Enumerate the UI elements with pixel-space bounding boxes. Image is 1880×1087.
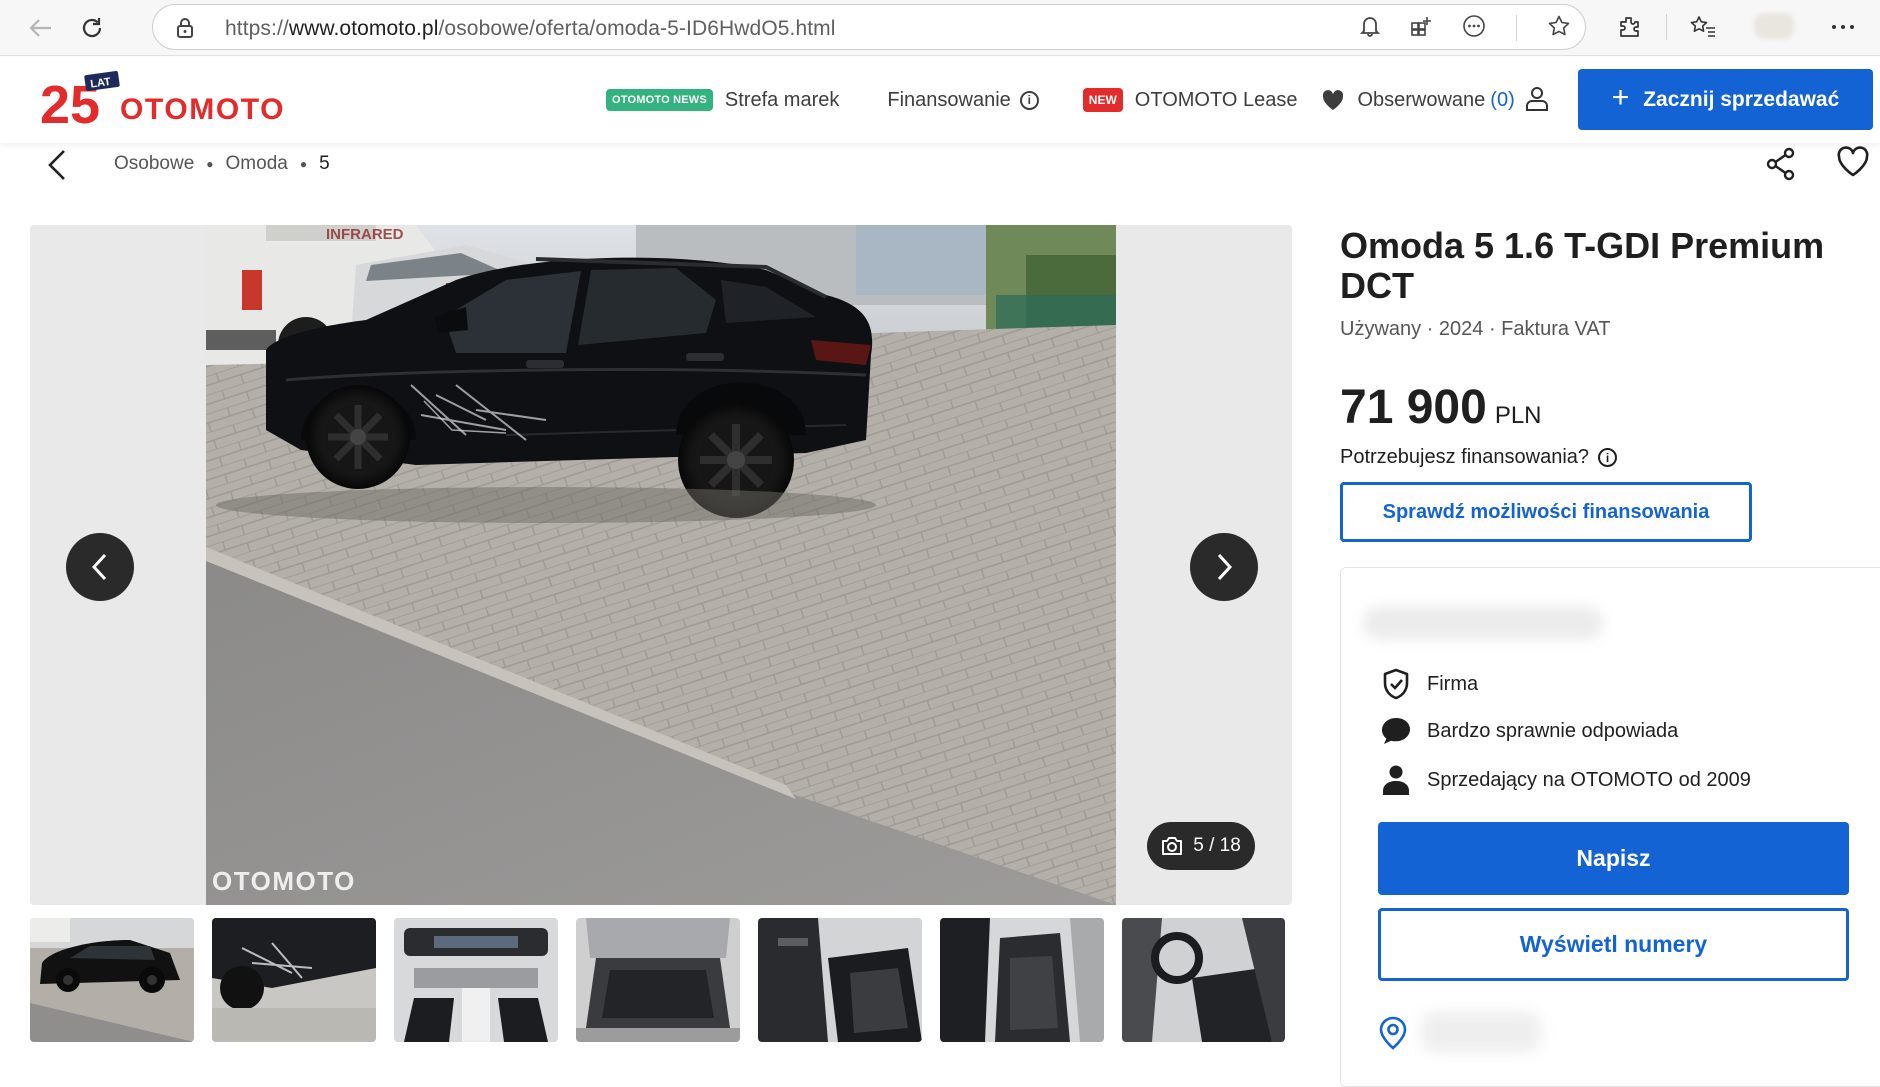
- logo-anniversary-suffix: LAT: [90, 76, 112, 91]
- svg-text:INFRARED: INFRARED: [326, 226, 404, 243]
- listing-subtitle: Używany · 2024 · Faktura VAT: [1340, 318, 1611, 340]
- heart-filled-icon: [1321, 89, 1345, 111]
- browser-toolbar: https://www.otomoto.pl/osobowe/oferta/om…: [0, 0, 1880, 56]
- seller-since: Sprzedający na OTOMOTO od 2009: [1379, 764, 1751, 796]
- app-grid-icon[interactable]: [1410, 15, 1432, 42]
- logo-wordmark: OTOMOTO: [120, 93, 285, 126]
- address-bar[interactable]: https://www.otomoto.pl/osobowe/oferta/om…: [152, 4, 1586, 50]
- back-chevron-icon[interactable]: [44, 148, 72, 182]
- nav-financing[interactable]: Finansowanie i: [887, 88, 1039, 112]
- menu-dots-icon[interactable]: [1828, 12, 1858, 42]
- price-value: 71 900: [1340, 381, 1487, 434]
- site-header: 25 LAT OTOMOTO OTOMOTO NEWS Strefa marek…: [0, 57, 1880, 143]
- start-selling-button[interactable]: + Zacznij sprzedawać: [1578, 69, 1873, 130]
- financing-question: Potrzebujesz finansowania? i: [1340, 446, 1618, 469]
- price-currency: PLN: [1494, 402, 1542, 429]
- person-icon: [1379, 764, 1413, 796]
- location-pin-icon: [1379, 1016, 1407, 1055]
- lock-icon: [175, 17, 195, 44]
- info-icon: i: [1019, 90, 1039, 110]
- info-icon[interactable]: i: [1598, 448, 1618, 467]
- seller-response-text: Bardzo sprawnie odpowiada: [1427, 719, 1679, 742]
- back-arrow-icon[interactable]: [22, 10, 58, 46]
- chevron-right-icon: [1217, 553, 1233, 581]
- star-icon[interactable]: [1547, 14, 1571, 43]
- nav-lease[interactable]: NEW OTOMOTO Lease: [1082, 88, 1298, 112]
- nav-financing-label: Finansowanie: [887, 88, 1011, 111]
- next-photo-button[interactable]: [1190, 533, 1258, 601]
- thumbnail[interactable]: [940, 918, 1104, 1042]
- photo-counter-text: 5 / 18: [1193, 835, 1241, 856]
- thumbnail[interactable]: [30, 918, 194, 1042]
- nav-brands-label: Strefa marek: [724, 88, 840, 111]
- price: 71 900 PLN: [1340, 380, 1542, 435]
- thumbnail[interactable]: [576, 918, 740, 1042]
- show-numbers-button[interactable]: Wyświetl numery: [1378, 908, 1849, 981]
- location-redacted: [1421, 1012, 1541, 1052]
- photo-counter: 5 / 18: [1147, 822, 1255, 870]
- listing-title: Omoda 5 1.6 T-GDI Premium DCT: [1340, 225, 1825, 306]
- start-selling-label: Zacznij sprzedawać: [1643, 87, 1840, 111]
- share-icon[interactable]: [1765, 147, 1797, 186]
- thumbnail[interactable]: [212, 918, 376, 1042]
- nav-lease-label: OTOMOTO Lease: [1134, 88, 1298, 111]
- nav-observed[interactable]: Obserwowane (0): [1321, 88, 1515, 112]
- breadcrumb: Osobowe ● Omoda ● 5: [114, 153, 330, 175]
- main-nav: OTOMOTO NEWS Strefa marek Finansowanie i…: [606, 85, 1515, 115]
- camera-icon: [1162, 837, 1183, 855]
- seller-type: Firma: [1379, 668, 1478, 700]
- thumbnail[interactable]: [758, 918, 922, 1042]
- seller-since-text: Sprzedający na OTOMOTO od 2009: [1427, 768, 1751, 791]
- url-text: https://www.otomoto.pl/osobowe/oferta/om…: [225, 17, 836, 40]
- otomoto-logo[interactable]: 25 LAT OTOMOTO: [40, 70, 300, 135]
- profile-avatar[interactable]: [1754, 13, 1794, 39]
- seller-card: Firma Bardzo sprawnie odpowiada Sprzedaj…: [1340, 567, 1880, 1087]
- new-badge: NEW: [1082, 88, 1123, 112]
- bell-icon[interactable]: [1359, 15, 1381, 42]
- photo-watermark: OTOMOTO: [212, 866, 356, 896]
- nav-brands[interactable]: OTOMOTO NEWS Strefa marek: [606, 89, 839, 112]
- breadcrumb-item[interactable]: Osobowe: [114, 153, 194, 175]
- photo-gallery: INFRARED OTOMOTO 5 / 18: [30, 225, 1292, 905]
- more-circle-icon[interactable]: [1462, 14, 1486, 43]
- prev-photo-button[interactable]: [66, 533, 134, 601]
- breadcrumb-item[interactable]: Omoda: [226, 153, 288, 175]
- chevron-left-icon: [91, 553, 107, 581]
- thumbnail[interactable]: [1122, 918, 1285, 1042]
- write-message-button[interactable]: Napisz: [1378, 822, 1849, 895]
- user-account-icon[interactable]: [1524, 85, 1550, 118]
- check-financing-button[interactable]: Sprawdź możliwości finansowania: [1340, 482, 1752, 542]
- chat-bubble-icon: [1379, 716, 1413, 746]
- news-badge: OTOMOTO NEWS: [606, 89, 713, 111]
- seller-type-text: Firma: [1427, 672, 1479, 695]
- extensions-icon[interactable]: [1614, 12, 1644, 42]
- breadcrumb-current: 5: [319, 153, 330, 174]
- main-photo[interactable]: INFRARED OTOMOTO: [206, 225, 1116, 905]
- seller-name-redacted: [1363, 606, 1603, 640]
- seller-response: Bardzo sprawnie odpowiada: [1379, 716, 1678, 746]
- nav-observed-label: Obserwowane: [1357, 88, 1486, 111]
- refresh-icon[interactable]: [74, 10, 110, 46]
- favorites-list-icon[interactable]: [1688, 12, 1718, 42]
- thumbnail-strip: [30, 918, 1285, 1042]
- thumbnail[interactable]: [394, 918, 558, 1042]
- shield-check-icon: [1379, 668, 1413, 700]
- favorite-heart-icon[interactable]: [1836, 146, 1870, 183]
- observed-count: (0): [1490, 88, 1515, 111]
- financing-question-text: Potrzebujesz finansowania?: [1340, 446, 1590, 468]
- plus-icon: +: [1611, 81, 1630, 114]
